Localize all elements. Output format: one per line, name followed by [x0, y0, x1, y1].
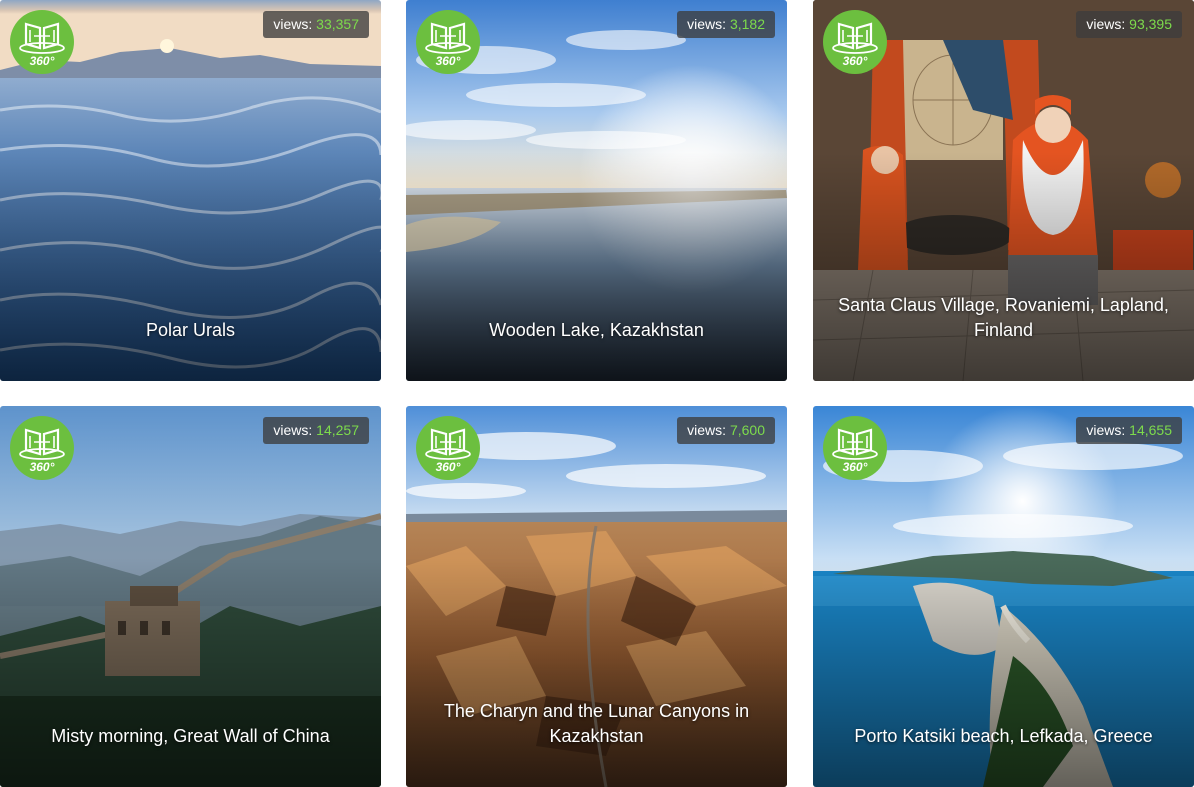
views-label: views:: [1086, 422, 1126, 438]
views-badge: views: 14,655: [1076, 417, 1182, 444]
svg-text:360°: 360°: [843, 460, 868, 474]
card-title: Polar Urals: [145, 320, 236, 340]
panorama-360-icon: 360°: [823, 416, 887, 480]
views-badge: views: 7,600: [677, 417, 775, 444]
panorama-360-icon: 360°: [10, 10, 74, 74]
views-count: 3,182: [729, 16, 765, 32]
card-title: Porto Katsiki beach, Lefkada, Greece: [854, 726, 1153, 746]
card-title: Misty morning, Great Wall of China: [51, 726, 330, 746]
views-label: views:: [273, 16, 313, 32]
svg-text:360°: 360°: [843, 54, 868, 68]
views-badge: views: 14,257: [263, 417, 369, 444]
views-count: 7,600: [729, 422, 765, 438]
views-label: views:: [273, 422, 313, 438]
panorama-card[interactable]: 360° views: 14,257 Misty morning, Great …: [0, 406, 381, 787]
views-count: 93,395: [1129, 16, 1172, 32]
views-count: 33,357: [316, 16, 359, 32]
views-label: views:: [687, 16, 727, 32]
panorama-card[interactable]: 360° views: 93,395 Santa Claus Village, …: [813, 0, 1194, 381]
views-badge: views: 93,395: [1076, 11, 1182, 38]
views-badge: views: 33,357: [263, 11, 369, 38]
card-title: Santa Claus Village, Rovaniemi, Lapland,…: [838, 295, 1169, 340]
svg-text:360°: 360°: [30, 54, 55, 68]
views-count: 14,257: [316, 422, 359, 438]
svg-text:360°: 360°: [436, 54, 461, 68]
panorama-360-icon: 360°: [823, 10, 887, 74]
views-badge: views: 3,182: [677, 11, 775, 38]
panorama-card[interactable]: 360° views: 33,357 Polar Urals: [0, 0, 381, 381]
panorama-360-icon: 360°: [10, 416, 74, 480]
card-title: The Charyn and the Lunar Canyons in Kaza…: [443, 701, 750, 746]
panorama-card[interactable]: 360° views: 3,182 Wooden Lake, Kazakhsta…: [406, 0, 787, 381]
panorama-card[interactable]: 360° views: 14,655 Porto Katsiki beach, …: [813, 406, 1194, 787]
views-label: views:: [1086, 16, 1126, 32]
card-title: Wooden Lake, Kazakhstan: [489, 320, 704, 340]
panorama-card[interactable]: 360° views: 7,600 The Charyn and the Lun…: [406, 406, 787, 787]
svg-text:360°: 360°: [436, 460, 461, 474]
panorama-360-icon: 360°: [416, 10, 480, 74]
panorama-360-icon: 360°: [416, 416, 480, 480]
views-count: 14,655: [1129, 422, 1172, 438]
views-label: views:: [687, 422, 727, 438]
svg-text:360°: 360°: [30, 460, 55, 474]
